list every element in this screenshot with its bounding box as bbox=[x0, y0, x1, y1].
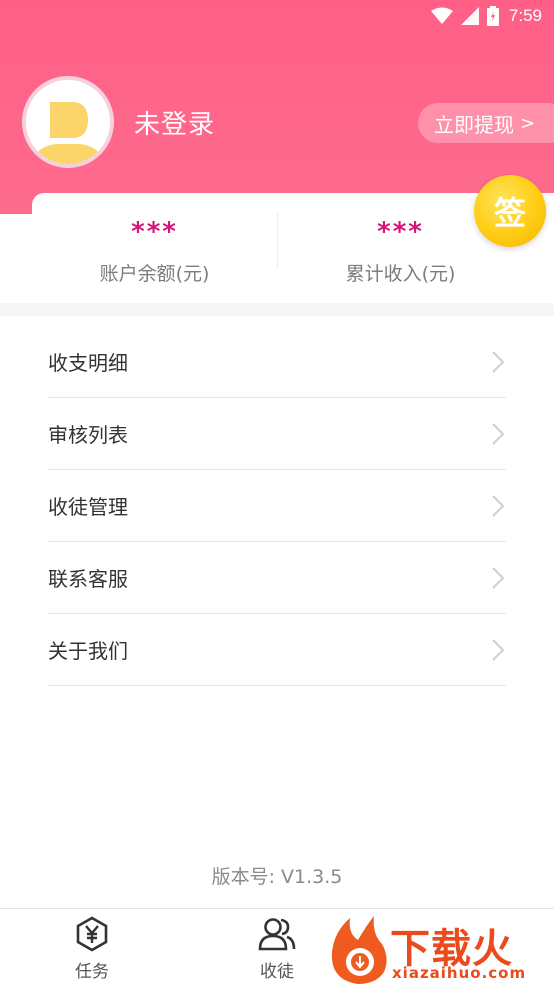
menu-item-income-details[interactable]: 收支明细 bbox=[48, 326, 506, 398]
menu-item-about-us[interactable]: 关于我们 bbox=[48, 614, 506, 686]
battery-icon bbox=[486, 6, 499, 26]
chevron-right-icon bbox=[492, 422, 505, 445]
menu-item-customer-service[interactable]: 联系客服 bbox=[48, 542, 506, 614]
withdraw-button[interactable]: 立即提现 > bbox=[418, 103, 554, 143]
nav-tab-label: 任务 bbox=[75, 962, 109, 982]
menu-list: 收支明细 审核列表 收徒管理 联系客服 关于我们 bbox=[48, 326, 506, 686]
withdraw-label: 立即提现 bbox=[434, 112, 514, 137]
chevron-right-icon bbox=[492, 494, 505, 517]
menu-item-label: 关于我们 bbox=[48, 639, 128, 663]
menu-item-review-list[interactable]: 审核列表 bbox=[48, 398, 506, 470]
watermark-url: xiazaihuo.com bbox=[392, 964, 527, 982]
login-status[interactable]: 未登录 bbox=[134, 104, 215, 141]
sign-in-button[interactable]: 签 bbox=[474, 175, 546, 247]
nav-tab-apprentice[interactable]: 收徒 bbox=[237, 915, 317, 982]
users-icon bbox=[258, 918, 296, 951]
chevron-right-icon bbox=[492, 566, 505, 589]
menu-item-label: 收支明细 bbox=[48, 351, 128, 375]
signal-icon bbox=[460, 7, 479, 25]
menu-item-label: 收徒管理 bbox=[48, 495, 128, 519]
sign-in-label: 签 bbox=[493, 194, 526, 232]
chevron-right-icon bbox=[492, 638, 505, 661]
account-balance-stat[interactable]: *** 账户余额(元) bbox=[32, 193, 277, 303]
nav-tab-label: 收徒 bbox=[260, 962, 294, 982]
version-label: 版本号: V1.3.5 bbox=[211, 866, 343, 888]
status-time: 7:59 bbox=[508, 6, 542, 25]
account-balance-value: *** bbox=[131, 217, 178, 247]
chevron-right-icon bbox=[492, 350, 505, 373]
default-user-icon bbox=[26, 80, 110, 164]
chevron-right-icon: > bbox=[520, 112, 536, 134]
section-divider bbox=[0, 303, 554, 316]
yuan-hexagon-icon bbox=[76, 916, 108, 952]
account-balance-label: 账户余额(元) bbox=[99, 263, 210, 285]
watermark: 下载火 xiazaihuo.com bbox=[328, 914, 554, 986]
profile-screen: 7:59 未登录 立即提现 > *** 账户余额(元) *** 累计收入(元) … bbox=[0, 0, 554, 986]
status-bar: 7:59 bbox=[0, 0, 554, 32]
flame-logo-icon bbox=[331, 916, 387, 984]
nav-tab-tasks[interactable]: 任务 bbox=[52, 915, 132, 982]
total-income-label: 累计收入(元) bbox=[345, 263, 456, 285]
menu-item-apprentice-management[interactable]: 收徒管理 bbox=[48, 470, 506, 542]
wifi-icon bbox=[430, 7, 453, 25]
menu-item-label: 联系客服 bbox=[48, 567, 128, 591]
menu-item-label: 审核列表 bbox=[48, 423, 128, 447]
avatar[interactable] bbox=[22, 76, 114, 168]
